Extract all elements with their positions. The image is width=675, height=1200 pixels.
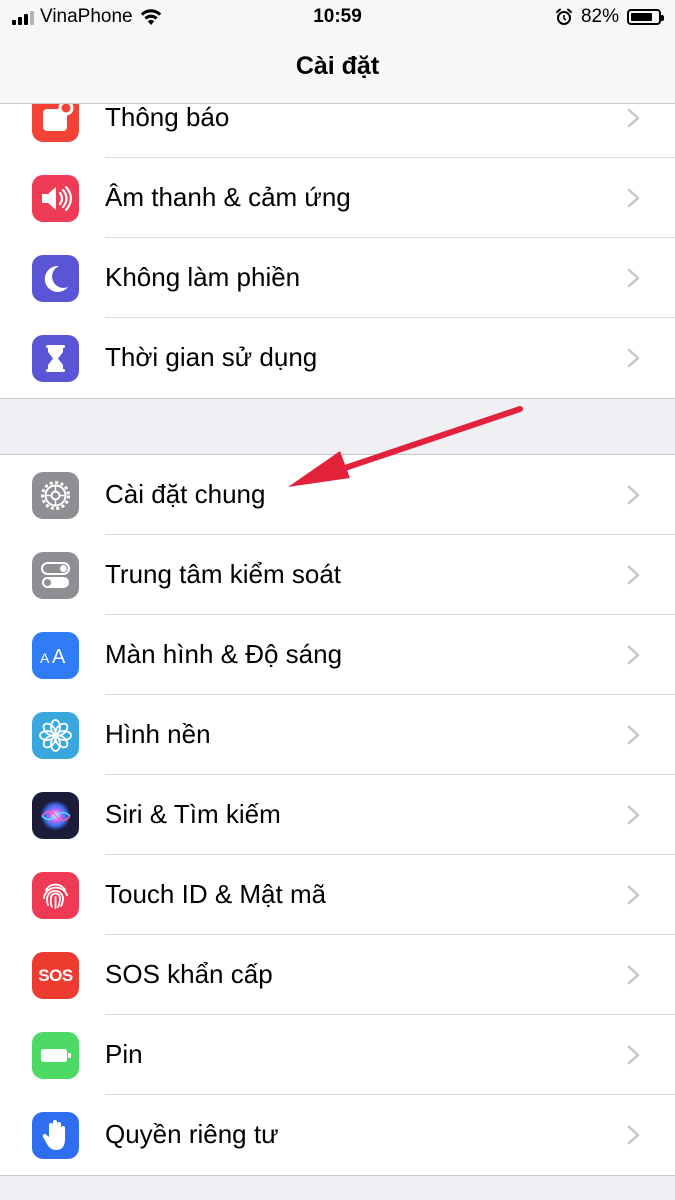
chevron-right-icon bbox=[627, 348, 640, 368]
navigation-bar: Cài đặt bbox=[0, 36, 675, 104]
settings-row-label: Âm thanh & cảm ứng bbox=[105, 182, 351, 212]
settings-row-label: Pin bbox=[105, 1039, 143, 1069]
settings-row-wallpaper[interactable]: Hình nền bbox=[0, 695, 675, 775]
chevron-right-icon bbox=[627, 645, 640, 665]
sos-icon: SOS bbox=[32, 952, 79, 999]
chevron-right-icon bbox=[627, 725, 640, 745]
svg-text:A: A bbox=[52, 646, 66, 668]
chevron-right-icon bbox=[627, 1045, 640, 1065]
settings-row-screen-time[interactable]: Thời gian sử dụng bbox=[0, 318, 675, 398]
chevron-right-icon bbox=[627, 188, 640, 208]
settings-row-label: Màn hình & Độ sáng bbox=[105, 639, 343, 669]
chevron-right-icon bbox=[627, 1125, 640, 1145]
chevron-right-icon bbox=[627, 565, 640, 585]
settings-row-control-center[interactable]: Trung tâm kiểm soát bbox=[0, 535, 675, 615]
settings-row-label: Trung tâm kiểm soát bbox=[105, 559, 342, 589]
settings-row-label: Hình nền bbox=[105, 719, 211, 749]
chevron-right-icon bbox=[627, 268, 640, 288]
text-size-icon: AA bbox=[32, 632, 79, 679]
siri-icon bbox=[32, 792, 79, 839]
chevron-right-icon bbox=[627, 805, 640, 825]
settings-row-display[interactable]: AA Màn hình & Độ sáng bbox=[0, 615, 675, 695]
speaker-icon bbox=[32, 175, 79, 222]
svg-text:A: A bbox=[40, 650, 50, 666]
settings-row-label: Thời gian sử dụng bbox=[105, 342, 318, 372]
settings-row-label: Quyền riêng tư bbox=[105, 1119, 279, 1149]
sos-icon-text: SOS bbox=[38, 965, 73, 985]
moon-icon bbox=[32, 255, 79, 302]
alarm-icon bbox=[555, 8, 572, 25]
settings-row-general[interactable]: Cài đặt chung bbox=[0, 455, 675, 535]
chevron-right-icon bbox=[627, 885, 640, 905]
battery-icon bbox=[32, 1032, 79, 1079]
settings-row-sounds[interactable]: Âm thanh & cảm ứng bbox=[0, 158, 675, 238]
chevron-right-icon bbox=[627, 965, 640, 985]
battery-percent: 82% bbox=[580, 6, 619, 27]
settings-row-label: SOS khẩn cấp bbox=[105, 959, 273, 989]
settings-row-label: Cài đặt chung bbox=[105, 479, 266, 509]
chevron-right-icon bbox=[627, 108, 640, 128]
page-title: Cài đặt bbox=[295, 52, 380, 80]
settings-row-battery[interactable]: Pin bbox=[0, 1015, 675, 1095]
settings-row-privacy[interactable]: Quyền riêng tư bbox=[0, 1095, 675, 1175]
settings-group-2: Cài đặt chung Trung tâm kiểm soát AA Màn… bbox=[0, 454, 675, 1176]
toggles-icon bbox=[32, 552, 79, 599]
settings-row-siri[interactable]: Siri & Tìm kiếm bbox=[0, 775, 675, 855]
settings-row-label: Touch ID & Mật mã bbox=[105, 879, 327, 909]
fingerprint-icon bbox=[32, 872, 79, 919]
gear-icon bbox=[32, 472, 79, 519]
settings-group-1: Thông báo Âm thanh & cảm ứng Không làm p… bbox=[0, 78, 675, 399]
status-bar: VinaPhone 10:59 82% bbox=[0, 0, 675, 36]
hourglass-icon bbox=[32, 335, 79, 382]
hand-icon bbox=[32, 1112, 79, 1159]
settings-row-sos[interactable]: SOS SOS khẩn cấp bbox=[0, 935, 675, 1015]
flower-icon bbox=[32, 712, 79, 759]
settings-row-dnd[interactable]: Không làm phiền bbox=[0, 238, 675, 318]
settings-row-touch-id[interactable]: Touch ID & Mật mã bbox=[0, 855, 675, 935]
settings-row-label: Không làm phiền bbox=[105, 262, 301, 292]
chevron-right-icon bbox=[627, 485, 640, 505]
settings-row-label: Siri & Tìm kiếm bbox=[105, 799, 281, 829]
battery-icon bbox=[627, 9, 664, 25]
